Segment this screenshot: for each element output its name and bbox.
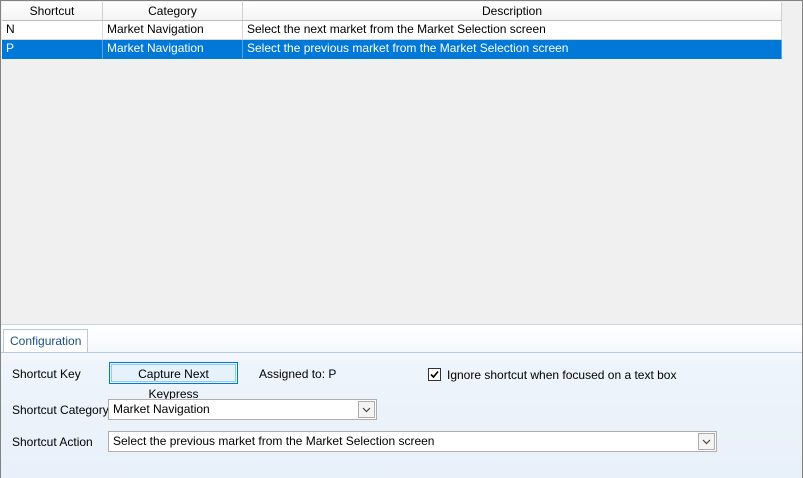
chevron-down-icon (702, 439, 711, 445)
configuration-panel: Configuration Shortcut Key Capture Next … (1, 324, 802, 478)
column-header-shortcut[interactable]: Shortcut (2, 2, 103, 20)
tab-configuration[interactable]: Configuration (3, 329, 89, 352)
shortcut-action-value: Select the previous market from the Mark… (113, 434, 435, 448)
cell-description: Select the previous market from the Mark… (243, 40, 782, 59)
dropdown-button[interactable] (698, 433, 715, 450)
shortcuts-grid[interactable]: Shortcut Category Description N Market N… (2, 2, 782, 324)
capture-next-keypress-button[interactable]: Capture Next Keypress (109, 362, 238, 401)
cell-category: Market Navigation (103, 21, 243, 40)
tab-divider (1, 352, 802, 353)
shortcut-key-label: Shortcut Key (12, 367, 81, 381)
shortcut-action-label: Shortcut Action (12, 435, 93, 449)
grid-header: Shortcut Category Description (2, 2, 782, 21)
assigned-to-text: Assigned to: P (259, 367, 337, 381)
column-header-category[interactable]: Category (103, 2, 243, 20)
cell-shortcut: P (2, 40, 103, 59)
cell-category: Market Navigation (103, 40, 243, 59)
shortcut-category-label: Shortcut Category (12, 403, 109, 417)
ignore-shortcut-checkbox[interactable] (428, 368, 441, 381)
table-row[interactable]: N Market Navigation Select the next mark… (2, 21, 782, 40)
cell-description: Select the next market from the Market S… (243, 21, 782, 40)
cell-shortcut: N (2, 21, 103, 40)
dropdown-button[interactable] (358, 401, 375, 418)
grid-empty-area (782, 2, 802, 324)
shortcut-category-value: Market Navigation (113, 402, 210, 416)
shortcut-editor-window: Shortcut Category Description N Market N… (0, 0, 803, 478)
shortcut-action-select[interactable]: Select the previous market from the Mark… (108, 431, 717, 452)
shortcut-category-select[interactable]: Market Navigation (108, 399, 377, 420)
checkmark-icon (430, 370, 439, 379)
column-header-description[interactable]: Description (243, 2, 782, 20)
table-row-selected[interactable]: P Market Navigation Select the previous … (2, 40, 782, 59)
chevron-down-icon (362, 407, 371, 413)
ignore-shortcut-label[interactable]: Ignore shortcut when focused on a text b… (447, 368, 676, 382)
